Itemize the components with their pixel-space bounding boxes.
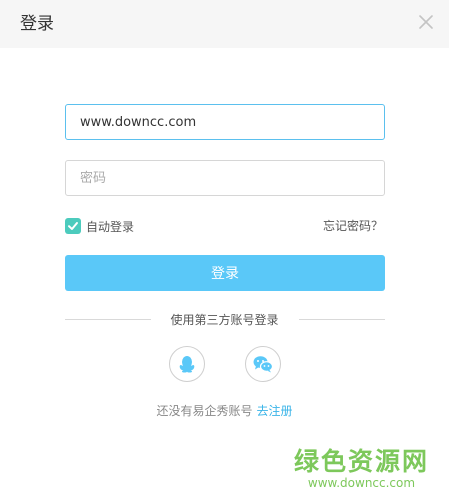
site-watermark: 绿色资源网 www.downcc.com [293, 447, 429, 491]
password-field[interactable] [65, 160, 385, 196]
close-icon[interactable] [417, 13, 435, 31]
auto-login-checkbox[interactable] [65, 218, 81, 234]
password-input[interactable] [80, 161, 370, 195]
register-prompt: 还没有易企秀账号 去注册 [0, 403, 449, 419]
wechat-login-button[interactable] [245, 346, 281, 382]
checkmark-icon [68, 222, 78, 230]
watermark-url: www.downcc.com [307, 476, 416, 490]
forgot-password-link[interactable]: 忘记密码？ [323, 218, 383, 234]
register-prompt-text: 还没有易企秀账号 [156, 404, 253, 418]
username-input[interactable] [80, 105, 370, 139]
third-party-label: 使用第三方账号登录 [170, 313, 279, 327]
auto-login-toggle[interactable]: 自动登录 [65, 218, 134, 234]
login-button[interactable]: 登录 [65, 255, 385, 291]
wechat-icon [253, 356, 274, 373]
watermark-title: 绿色资源网 [293, 447, 429, 476]
dialog-title: 登录 [20, 14, 54, 34]
register-link[interactable]: 去注册 [257, 404, 293, 418]
qq-icon [179, 356, 195, 373]
login-dialog: 登录 自动登录 忘记密码？ 登录 使用第三方账号登录 [0, 0, 449, 499]
auto-login-label: 自动登录 [86, 219, 135, 234]
username-field[interactable] [65, 104, 385, 140]
qq-login-button[interactable] [169, 346, 205, 382]
divider-right [299, 319, 385, 320]
dialog-header: 登录 [0, 0, 449, 48]
